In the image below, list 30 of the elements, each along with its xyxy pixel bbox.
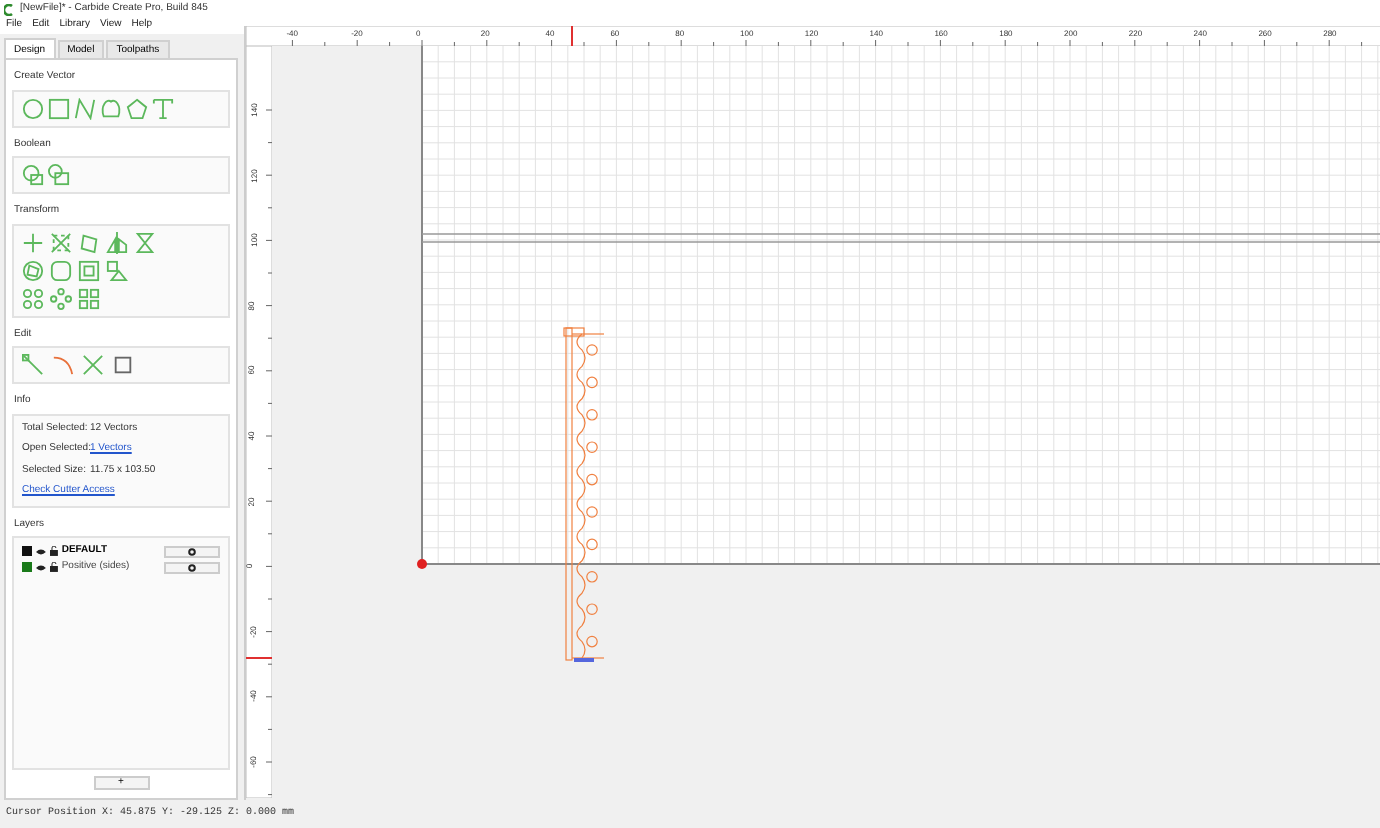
shapes-icon[interactable]	[106, 259, 128, 281]
scale-icon[interactable]	[50, 231, 72, 253]
curve-edit-icon[interactable]	[52, 354, 74, 376]
text-tool-icon[interactable]	[152, 97, 174, 119]
mirror-icon[interactable]	[106, 231, 128, 253]
fillet-icon[interactable]	[50, 259, 72, 281]
grid-array-icon[interactable]	[78, 287, 100, 309]
union-icon[interactable]	[22, 164, 44, 186]
subtract-icon[interactable]	[48, 164, 70, 186]
cut-icon[interactable]	[82, 354, 104, 376]
rotate-icon[interactable]	[78, 231, 100, 253]
lock-icon[interactable]	[49, 546, 58, 556]
layer-settings-button[interactable]	[164, 561, 220, 573]
layer-color-swatch[interactable]	[22, 562, 32, 572]
curve-icon[interactable]	[100, 97, 122, 119]
layer-settings-button[interactable]	[164, 545, 220, 557]
radial-array-icon[interactable]	[50, 287, 72, 309]
node-edit-icon[interactable]	[22, 354, 44, 376]
lock-icon[interactable]	[49, 562, 58, 572]
circle-icon[interactable]	[22, 97, 44, 119]
app-icon	[4, 3, 14, 15]
pentagon-icon[interactable]	[126, 97, 148, 119]
bounding-box-icon[interactable]	[112, 354, 134, 376]
rectangle-icon[interactable]	[48, 97, 70, 119]
offset-icon[interactable]	[22, 259, 44, 281]
move-icon[interactable]	[22, 231, 44, 253]
circle-array-icon[interactable]	[22, 287, 44, 309]
polyline-icon[interactable]	[74, 97, 96, 119]
layer-color-swatch[interactable]	[22, 546, 32, 556]
inset-icon[interactable]	[78, 259, 100, 281]
